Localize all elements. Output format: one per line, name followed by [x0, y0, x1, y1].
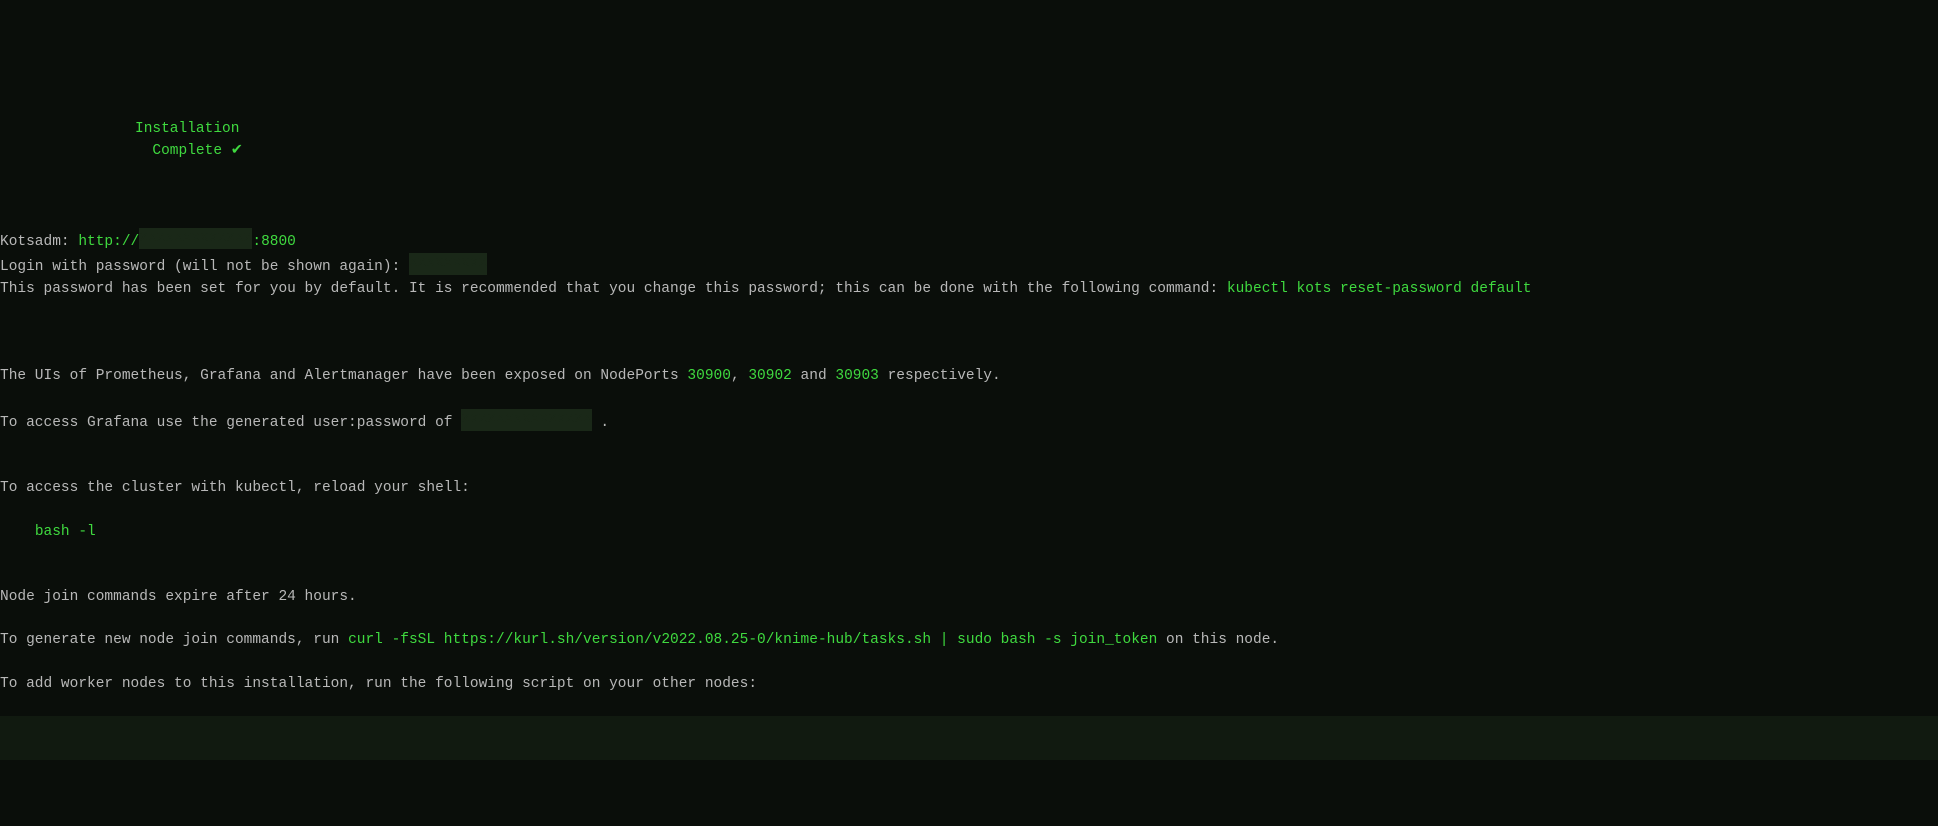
grafana-prefix: To access Grafana use the generated user… — [0, 415, 461, 431]
installation-header: Installation Complete ✔ — [0, 109, 1938, 163]
redacted-host: xxxxxxxxxxxxx — [139, 228, 252, 250]
password-reset-command: kubectl kots reset-password default — [1227, 281, 1532, 297]
join-worker: To add worker nodes to this installation… — [0, 676, 757, 692]
nodeports-prefix: The UIs of Prometheus, Grafana and Alert… — [0, 368, 687, 384]
nodeports-suffix: respectively. — [879, 368, 1001, 384]
kubectl-text: To access the cluster with kubectl, relo… — [0, 480, 470, 496]
bash-command: bash -l — [35, 524, 96, 540]
grafana-suffix: . — [592, 415, 609, 431]
port-alertmanager: 30903 — [835, 368, 879, 384]
join-generate-suffix: on this node. — [1157, 632, 1279, 648]
join-expire: Node join commands expire after 24 hours… — [0, 589, 357, 605]
password-note-text: This password has been set for you by de… — [0, 281, 1227, 297]
header-line-2: Complete — [152, 143, 222, 159]
kotsadm-url-prefix: http:// — [78, 233, 139, 249]
header-line-1: Installation — [135, 121, 239, 137]
join-generate-prefix: To generate new node join commands, run — [0, 632, 348, 648]
terminal-output: Installation Complete ✔ Kotsadm: http://… — [0, 87, 1938, 717]
sep1: , — [731, 368, 748, 384]
sep2: and — [792, 368, 836, 384]
redacted-grafana-creds: xxxxxxxxxxxxxxx — [461, 409, 592, 431]
kotsadm-label: Kotsadm: — [0, 233, 78, 249]
join-generate-command: curl -fsSL https://kurl.sh/version/v2022… — [348, 632, 1157, 648]
kotsadm-url-suffix: :8800 — [252, 233, 296, 249]
port-grafana: 30902 — [748, 368, 792, 384]
login-text: Login with password (will not be shown a… — [0, 259, 409, 275]
redacted-password: xxxxxxxxx — [409, 253, 487, 275]
worker-script-block — [0, 716, 1938, 760]
check-icon: ✔ — [231, 143, 243, 159]
port-prometheus: 30900 — [687, 368, 731, 384]
